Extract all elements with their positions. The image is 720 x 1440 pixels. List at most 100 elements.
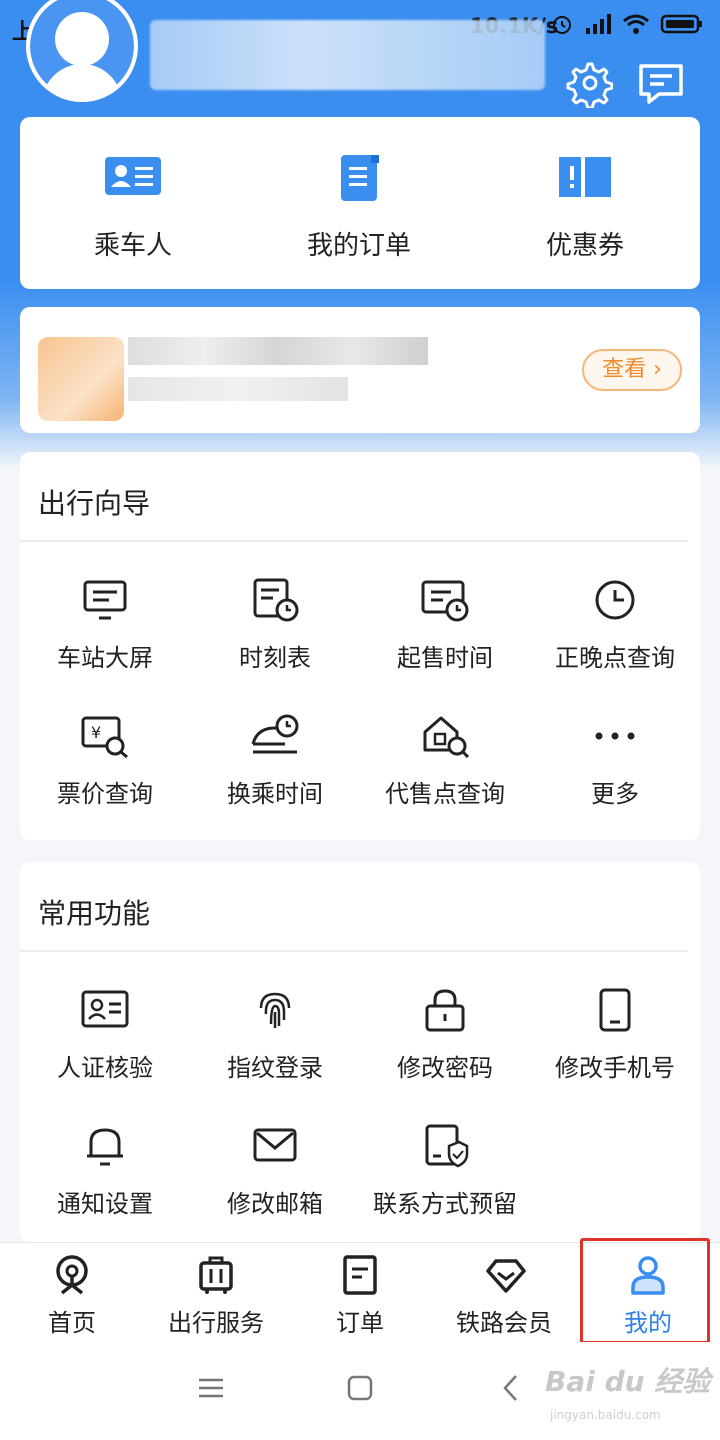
quick-item-passengers[interactable]: 乘车人 — [20, 117, 246, 289]
guide-item-agency-query[interactable]: 代售点查询 — [360, 714, 530, 834]
function-label: 指纹登录 — [227, 1054, 323, 1082]
common-functions-card: 常用功能 人证核验 指纹登录 修改密码 修改手机号 通知设置 修改邮箱 联系方式… — [20, 862, 700, 1242]
guide-item-ticket-price[interactable]: ¥ 票价查询 — [20, 714, 190, 834]
guide-item-sale-time[interactable]: 起售时间 — [360, 578, 530, 698]
quick-item-coupons[interactable]: 优惠券 — [472, 117, 698, 289]
bell-icon — [87, 1128, 123, 1166]
guide-label: 票价查询 — [57, 780, 153, 808]
function-label: 通知设置 — [57, 1190, 153, 1218]
agency-search-icon — [423, 716, 469, 758]
guide-label: 代售点查询 — [385, 780, 505, 808]
ticket-price-icon: ¥ — [81, 716, 128, 758]
mail-icon — [253, 1128, 297, 1162]
home-nav-button[interactable] — [344, 1372, 384, 1412]
contact-shield-icon — [425, 1124, 469, 1168]
svg-text:¥: ¥ — [91, 723, 101, 742]
battery-icon — [660, 14, 702, 34]
lock-icon — [425, 989, 465, 1032]
user-icon — [631, 1256, 665, 1295]
id-card-icon — [105, 157, 161, 195]
quick-label: 乘车人 — [93, 231, 172, 261]
tab-label: 首页 — [48, 1309, 96, 1337]
back-chevron-icon — [503, 1375, 517, 1401]
menu-icon — [199, 1378, 223, 1398]
travel-guide-card: 出行向导 车站大屏 时刻表 起售时间 正晚点查询 ¥ 票价查询 换乘时间 代售点… — [20, 452, 700, 840]
function-item-contact-reserve[interactable]: 联系方式预留 — [360, 1124, 530, 1244]
tab-railway-member[interactable]: 铁路会员 — [432, 1243, 576, 1343]
sale-time-icon — [421, 580, 469, 622]
section-title: 常用功能 — [38, 897, 151, 930]
quick-item-my-orders[interactable]: 我的订单 — [246, 117, 472, 289]
signal-icon — [586, 14, 611, 34]
message-icon — [639, 64, 683, 104]
guide-label: 时刻表 — [239, 644, 311, 672]
id-verify-icon — [81, 990, 129, 1028]
diamond-icon — [486, 1259, 526, 1293]
divider — [20, 540, 688, 542]
function-item-notification-settings[interactable]: 通知设置 — [20, 1124, 190, 1244]
guide-item-more[interactable]: 更多 — [530, 714, 700, 834]
order-icon — [343, 1255, 377, 1295]
guide-item-timetable[interactable]: 时刻表 — [190, 578, 360, 698]
function-item-id-verify[interactable]: 人证核验 — [20, 988, 190, 1108]
function-item-change-password[interactable]: 修改密码 — [360, 988, 530, 1108]
function-item-change-phone[interactable]: 修改手机号 — [530, 988, 700, 1108]
wifi-icon — [623, 14, 649, 34]
promo-image-blurred — [38, 337, 124, 421]
tab-label: 铁路会员 — [456, 1309, 552, 1337]
tab-travel-services[interactable]: 出行服务 — [144, 1243, 288, 1343]
view-button-label: 查看 — [602, 357, 647, 382]
back-nav-button[interactable] — [496, 1372, 536, 1412]
divider — [20, 950, 688, 952]
message-button[interactable] — [636, 58, 686, 108]
guide-item-transfer-time[interactable]: 换乘时间 — [190, 714, 360, 834]
station-screen-icon — [83, 580, 127, 620]
chevron-right-icon: › — [646, 357, 662, 382]
guide-label: 起售时间 — [397, 644, 493, 672]
function-label: 修改邮箱 — [227, 1190, 323, 1218]
tab-label: 出行服务 — [168, 1309, 264, 1337]
guide-label: 正晚点查询 — [555, 644, 675, 672]
function-label: 修改手机号 — [555, 1054, 675, 1082]
alarm-icon — [553, 16, 571, 34]
username-blurred — [150, 20, 545, 90]
home-train-icon — [56, 1255, 88, 1295]
tab-mine[interactable]: 我的 — [576, 1243, 720, 1343]
gear-icon — [566, 62, 614, 110]
tab-label: 我的 — [624, 1309, 672, 1337]
function-item-change-email[interactable]: 修改邮箱 — [190, 1124, 360, 1244]
function-label: 联系方式预留 — [373, 1190, 517, 1218]
guide-label: 换乘时间 — [227, 780, 323, 808]
clock-icon — [595, 580, 635, 620]
transfer-time-icon — [251, 714, 299, 754]
baidu-watermark: Bai du 经验 — [545, 1365, 711, 1398]
tab-orders[interactable]: 订单 — [288, 1243, 432, 1343]
function-item-fingerprint-login[interactable]: 指纹登录 — [190, 988, 360, 1108]
square-icon — [347, 1375, 373, 1401]
more-icon — [595, 732, 635, 740]
order-document-icon — [341, 155, 379, 201]
guide-item-station-screen[interactable]: 车站大屏 — [20, 578, 190, 698]
coupon-icon — [559, 157, 611, 197]
promo-subtext-blurred — [128, 377, 348, 401]
tab-label: 订单 — [336, 1309, 384, 1337]
promo-text-blurred — [128, 337, 428, 365]
phone-icon — [599, 988, 631, 1032]
guide-label: 更多 — [591, 780, 639, 808]
tab-home[interactable]: 首页 — [0, 1243, 144, 1343]
baidu-watermark-url: jingyan.baidu.com — [550, 1408, 661, 1422]
settings-button[interactable] — [563, 58, 614, 110]
quick-label: 我的订单 — [306, 231, 411, 261]
function-label: 修改密码 — [397, 1054, 493, 1082]
menu-nav-button[interactable] — [195, 1372, 235, 1412]
status-icons — [550, 12, 704, 36]
guide-label: 车站大屏 — [57, 644, 153, 672]
view-button[interactable]: 查看 › — [582, 349, 682, 391]
fingerprint-icon — [259, 992, 291, 1028]
quick-menu-card: 乘车人 我的订单 优惠券 — [20, 117, 700, 289]
section-title: 出行向导 — [38, 487, 151, 520]
guide-item-delay-query[interactable]: 正晚点查询 — [530, 578, 700, 698]
promo-card[interactable]: 查看 › — [20, 307, 700, 433]
bottom-tab-bar: 首页 出行服务 订单 铁路会员 我的 — [0, 1242, 720, 1342]
quick-label: 优惠券 — [545, 231, 624, 261]
